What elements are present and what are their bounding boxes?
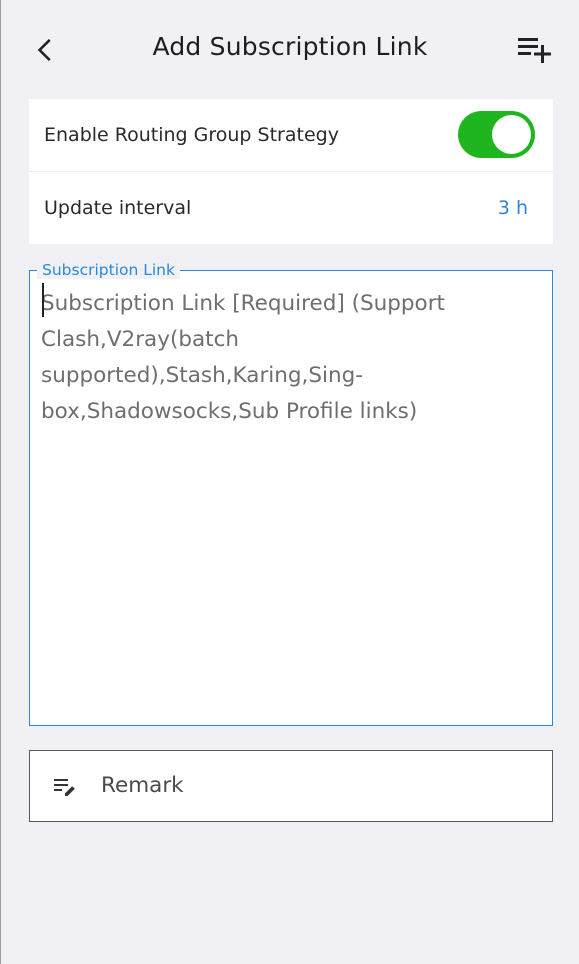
text-cursor bbox=[42, 283, 44, 317]
subscription-link-label: Subscription Link bbox=[37, 261, 180, 279]
settings-card: Enable Routing Group Strategy Update int… bbox=[29, 99, 553, 244]
routing-group-row[interactable]: Enable Routing Group Strategy bbox=[29, 99, 553, 171]
app-bar: Add Subscription Link bbox=[1, 0, 579, 100]
add-subscription-button[interactable] bbox=[513, 30, 555, 70]
routing-group-label: Enable Routing Group Strategy bbox=[44, 124, 339, 146]
edit-note-icon bbox=[54, 779, 75, 796]
routing-group-toggle[interactable] bbox=[458, 111, 535, 158]
remark-input[interactable] bbox=[101, 751, 531, 820]
page-title: Add Subscription Link bbox=[152, 32, 428, 61]
toggle-knob bbox=[492, 115, 531, 154]
remark-field[interactable] bbox=[29, 750, 553, 822]
update-interval-label: Update interval bbox=[44, 197, 192, 219]
update-interval-row[interactable]: Update interval 3 h bbox=[29, 171, 553, 244]
subscription-link-input[interactable] bbox=[41, 286, 541, 711]
update-interval-value[interactable]: 3 h bbox=[498, 197, 528, 219]
app-screen: Add Subscription Link Enable Routing Gro… bbox=[0, 0, 579, 964]
playlist-add-icon bbox=[518, 38, 551, 63]
subscription-link-field[interactable]: Subscription Link bbox=[29, 261, 553, 726]
